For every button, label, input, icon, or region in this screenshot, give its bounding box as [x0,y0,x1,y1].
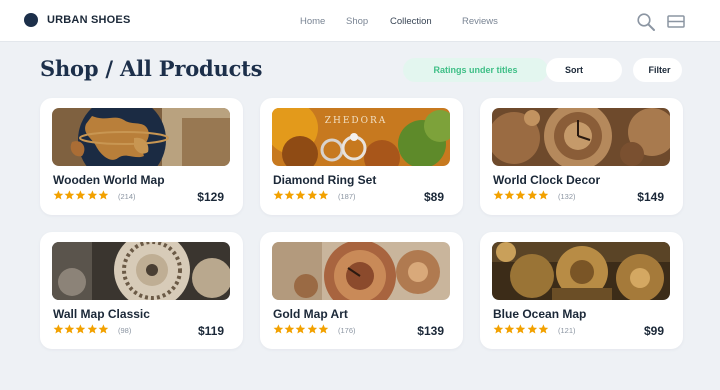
star-rating [273,324,329,334]
product-image[interactable] [52,242,230,300]
brand-logo[interactable]: URBAN SHOES [24,13,131,27]
star-icon [307,324,317,334]
star-icon [284,324,295,334]
star-icon [504,190,515,200]
star-icon [284,190,295,200]
review-count: (132) [558,192,576,201]
star-icon [538,190,548,200]
star-icon [75,324,86,334]
brand-name: URBAN SHOES [47,14,131,26]
star-rating [53,190,109,200]
star-icon [527,190,537,200]
image-watermark: ZHEDORA [325,116,388,126]
star-icon [295,324,306,334]
product-card[interactable]: Gold Map Art (176) $139 [260,232,463,349]
star-icon [75,190,86,200]
star-icon [307,190,317,200]
star-icon [295,190,306,200]
ratings-toggle-button[interactable]: Ratings under titles [403,58,548,82]
top-navigation: URBAN SHOES Home Shop Collection Reviews [0,0,720,42]
star-icon [53,190,64,200]
star-icon [493,324,504,334]
star-icon [515,324,526,334]
product-image[interactable] [52,108,230,166]
star-icon [504,324,515,334]
review-count: (176) [338,326,356,335]
review-count: (121) [558,326,576,335]
product-name[interactable]: Wall Map Classic [53,307,150,321]
star-rating [53,324,109,334]
star-rating [493,324,549,334]
product-card[interactable]: Wooden World Map (214) $129 [40,98,243,215]
filter-button[interactable]: Filter [633,58,682,82]
search-icon[interactable] [636,12,656,37]
star-icon [527,324,537,334]
product-price: $139 [417,324,444,338]
star-rating [493,190,549,200]
star-icon [53,324,64,334]
star-icon [87,190,97,200]
product-price: $89 [423,190,444,204]
product-image[interactable] [492,108,670,166]
product-name[interactable]: Wooden World Map [53,173,165,187]
product-card[interactable]: Wall Map Classic (98) $119 [40,232,243,349]
page-title: Shop / All Products [40,56,263,81]
product-price: $129 [197,190,224,204]
review-count: (187) [338,192,356,201]
nav-link-reviews[interactable]: Reviews [462,16,498,27]
product-price: $119 [197,324,224,338]
star-icon [515,190,526,200]
product-name[interactable]: Diamond Ring Set [273,173,376,187]
product-card[interactable]: ZHEDORA Diamond Ring Set (187) $89 [260,98,463,215]
product-card[interactable]: Blue Ocean Map (121) $99 [480,232,683,349]
star-icon [318,190,328,200]
menu-icon[interactable] [667,14,685,35]
star-icon [318,324,328,334]
star-icon [98,190,108,200]
star-icon [538,324,548,334]
nav-link-home[interactable]: Home [300,16,325,27]
star-icon [87,324,97,334]
product-name[interactable]: World Clock Decor [493,173,600,187]
star-icon [493,190,504,200]
review-count: (214) [118,192,136,201]
product-card[interactable]: World Clock Decor (132) $149 [480,98,683,215]
product-name[interactable]: Gold Map Art [273,307,348,321]
product-name[interactable]: Blue Ocean Map [493,307,586,321]
product-image[interactable]: ZHEDORA [272,108,450,166]
brand-dot-icon [24,13,38,27]
product-image[interactable] [272,242,450,300]
review-count: (98) [118,326,132,335]
star-icon [64,324,75,334]
product-image[interactable] [492,242,670,300]
star-icon [98,324,108,334]
sort-button[interactable]: Sort [546,58,622,82]
star-icon [273,190,284,200]
product-price: $99 [643,324,664,338]
star-icon [273,324,284,334]
nav-link-collection[interactable]: Collection [390,16,432,27]
star-rating [273,190,329,200]
star-icon [64,190,75,200]
nav-link-shop[interactable]: Shop [346,16,368,27]
product-price: $149 [637,190,664,204]
